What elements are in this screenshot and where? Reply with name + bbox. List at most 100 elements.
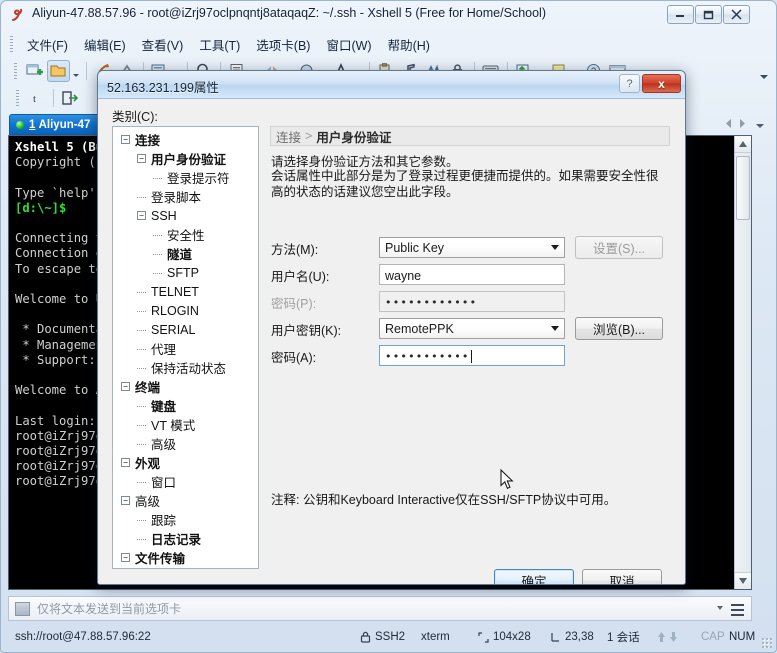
tree-leaf-connector-icon	[153, 235, 162, 236]
tree-item-label: 用户身份验证	[151, 153, 227, 167]
terminal-scrollbar[interactable]	[734, 136, 751, 589]
tree-item-serial[interactable]: SERIAL	[113, 320, 258, 339]
menu-file[interactable]: 文件(F)	[19, 32, 76, 57]
tree-collapse-icon[interactable]: −	[137, 154, 146, 163]
toolbar2-grip[interactable]	[16, 90, 19, 106]
send-key-icon[interactable]	[58, 87, 81, 109]
cancel-button[interactable]: 取消	[582, 569, 662, 584]
tree-item-label: RLOGIN	[151, 303, 199, 318]
open-session-dropdown-arrow[interactable]	[71, 60, 80, 82]
menu-edit[interactable]: 编辑(E)	[76, 32, 134, 57]
toolbar-overflow-arrow[interactable]	[758, 63, 770, 79]
tree-item-telnet[interactable]: TELNET	[113, 282, 258, 301]
tree-item-login-script[interactable]: 登录脚本	[113, 187, 258, 206]
tree-collapse-icon[interactable]: −	[121, 382, 130, 391]
tree-collapse-icon[interactable]: −	[121, 135, 130, 144]
status-cursor-position: 23,38	[550, 631, 594, 643]
username-input[interactable]: wayne	[379, 264, 565, 285]
tree-collapse-icon[interactable]: −	[121, 496, 130, 505]
tree-leaf-connector-icon	[153, 273, 162, 274]
window-titlebar[interactable]: Aliyun-47.88.57.96 - root@iZrj97oclpnqnt…	[1, 1, 776, 31]
tree-item-connection[interactable]: − 连接	[113, 130, 258, 149]
tree-item-terminal[interactable]: − 终端	[113, 377, 258, 396]
tree-item-login-prompt[interactable]: 登录提示符	[113, 168, 258, 187]
password-input[interactable]: ••••••••••••	[379, 291, 565, 312]
ok-button[interactable]: 确定	[494, 569, 574, 584]
scrollbar-up-button[interactable]	[735, 136, 751, 153]
tab-scroll-right-icon[interactable]	[736, 116, 749, 131]
dialog-help-button[interactable]: ?	[619, 74, 640, 93]
tree-item-security[interactable]: 安全性	[113, 225, 258, 244]
userkey-combobox[interactable]: RemotePPK	[379, 318, 565, 339]
tree-item-tunnel[interactable]: 隧道	[113, 244, 258, 263]
close-button[interactable]	[723, 5, 750, 24]
statusbar: ssh://root@47.88.57.96:22 SSH2 xterm 104…	[2, 623, 775, 651]
toolbar-grip[interactable]	[14, 62, 17, 79]
tree-collapse-icon[interactable]: −	[121, 458, 130, 467]
settings-button[interactable]: 设置(S)...	[575, 236, 663, 259]
send-input-placeholder[interactable]: 仅将文本发送到当前选项卡	[37, 600, 181, 617]
scrollbar-thumb[interactable]	[736, 156, 750, 220]
tree-leaf-connector-icon	[137, 406, 146, 407]
dialog-close-button[interactable]: x	[642, 74, 681, 93]
send-options-menu-icon[interactable]	[729, 601, 746, 618]
tree-item-xymodem[interactable]: X/YMODEM	[113, 567, 258, 568]
menu-view[interactable]: 查看(V)	[134, 32, 192, 57]
tree-item-advanced[interactable]: − 高级	[113, 491, 258, 510]
chevron-down-icon[interactable]	[546, 319, 564, 338]
category-tree[interactable]: − 连接 − 用户身份验证 登录提示符 登录脚本 − SSH 安全性 隧道 SFTP TELNET RL…	[112, 126, 259, 569]
send-to-tab-bar[interactable]: 仅将文本发送到当前选项卡	[8, 596, 752, 621]
tree-item-trace[interactable]: 跟踪	[113, 510, 258, 529]
tree-item-keepalive[interactable]: 保持活动状态	[113, 358, 258, 377]
tree-item-label: 隧道	[167, 248, 193, 262]
tree-item-appearance[interactable]: − 外观	[113, 453, 258, 472]
tree-item-ssh[interactable]: − SSH	[113, 206, 258, 225]
scrollbar-down-button[interactable]	[735, 572, 751, 589]
tree-collapse-icon[interactable]: −	[121, 553, 130, 562]
tree-item-label: VT 模式	[151, 419, 196, 433]
tree-item-label: 外观	[135, 457, 161, 471]
tree-item-logging[interactable]: 日志记录	[113, 529, 258, 548]
window-resize-grip[interactable]	[761, 637, 772, 648]
tree-item-terminal-advanced[interactable]: 高级	[113, 434, 258, 453]
send-target-dropdown-icon[interactable]	[717, 606, 723, 610]
session-properties-dialog: 52.163.231.199属性 ? x 类别(C): − 连接 − 用户身份验证 登录…	[97, 70, 686, 585]
dialog-titlebar[interactable]: 52.163.231.199属性 ? x	[98, 71, 685, 99]
passphrase-input[interactable]: •••••••••••	[379, 345, 565, 366]
tree-item-window[interactable]: 窗口	[113, 472, 258, 491]
breadcrumb-separator: >	[305, 129, 313, 143]
maximize-button[interactable]	[695, 5, 722, 24]
menu-tools[interactable]: 工具(T)	[191, 32, 248, 57]
tree-item-label: 登录脚本	[151, 191, 202, 205]
minimize-button[interactable]	[667, 5, 694, 24]
breadcrumb-current: 用户身份验证	[316, 130, 392, 145]
resize-arrows-icon	[478, 631, 489, 643]
menu-help[interactable]: 帮助(H)	[380, 32, 438, 57]
address-icon[interactable]: t	[25, 87, 48, 109]
tree-item-file-transfer[interactable]: − 文件传输	[113, 548, 258, 567]
tree-item-vt-mode[interactable]: VT 模式	[113, 415, 258, 434]
tree-item-sftp[interactable]: SFTP	[113, 263, 258, 282]
tree-item-label: TELNET	[151, 284, 199, 299]
send-target-icon[interactable]	[15, 601, 30, 616]
tab-list-dropdown-icon[interactable]	[753, 117, 767, 131]
field-row-password: 密码(P): ••••••••••••	[271, 291, 671, 312]
panel-description-line2: 会话属性中此部分是为了登录过程更便捷而提供的。如果需要安全性很高的状态的话建议您…	[271, 169, 659, 199]
field-row-passphrase: 密码(A): •••••••••••	[271, 345, 671, 366]
tree-collapse-icon[interactable]: −	[137, 211, 146, 220]
tree-item-keyboard[interactable]: 键盘	[113, 396, 258, 415]
tree-item-rlogin[interactable]: RLOGIN	[113, 301, 258, 320]
tab-scroll-left-icon[interactable]	[722, 116, 735, 131]
menu-window[interactable]: 窗口(W)	[318, 32, 379, 57]
method-combobox[interactable]: Public Key	[379, 237, 565, 258]
tree-item-user-auth[interactable]: − 用户身份验证	[113, 149, 258, 168]
new-session-icon[interactable]	[23, 60, 46, 82]
open-session-icon[interactable]	[47, 59, 70, 82]
chevron-down-icon[interactable]	[546, 238, 564, 257]
browse-button[interactable]: 浏览(B)...	[575, 317, 663, 340]
tree-item-proxy[interactable]: 代理	[113, 339, 258, 358]
menu-tabs[interactable]: 选项卡(B)	[248, 32, 318, 57]
tree-leaf-connector-icon	[153, 178, 162, 179]
menubar-grip[interactable]	[10, 36, 13, 52]
lock-icon	[360, 631, 371, 643]
